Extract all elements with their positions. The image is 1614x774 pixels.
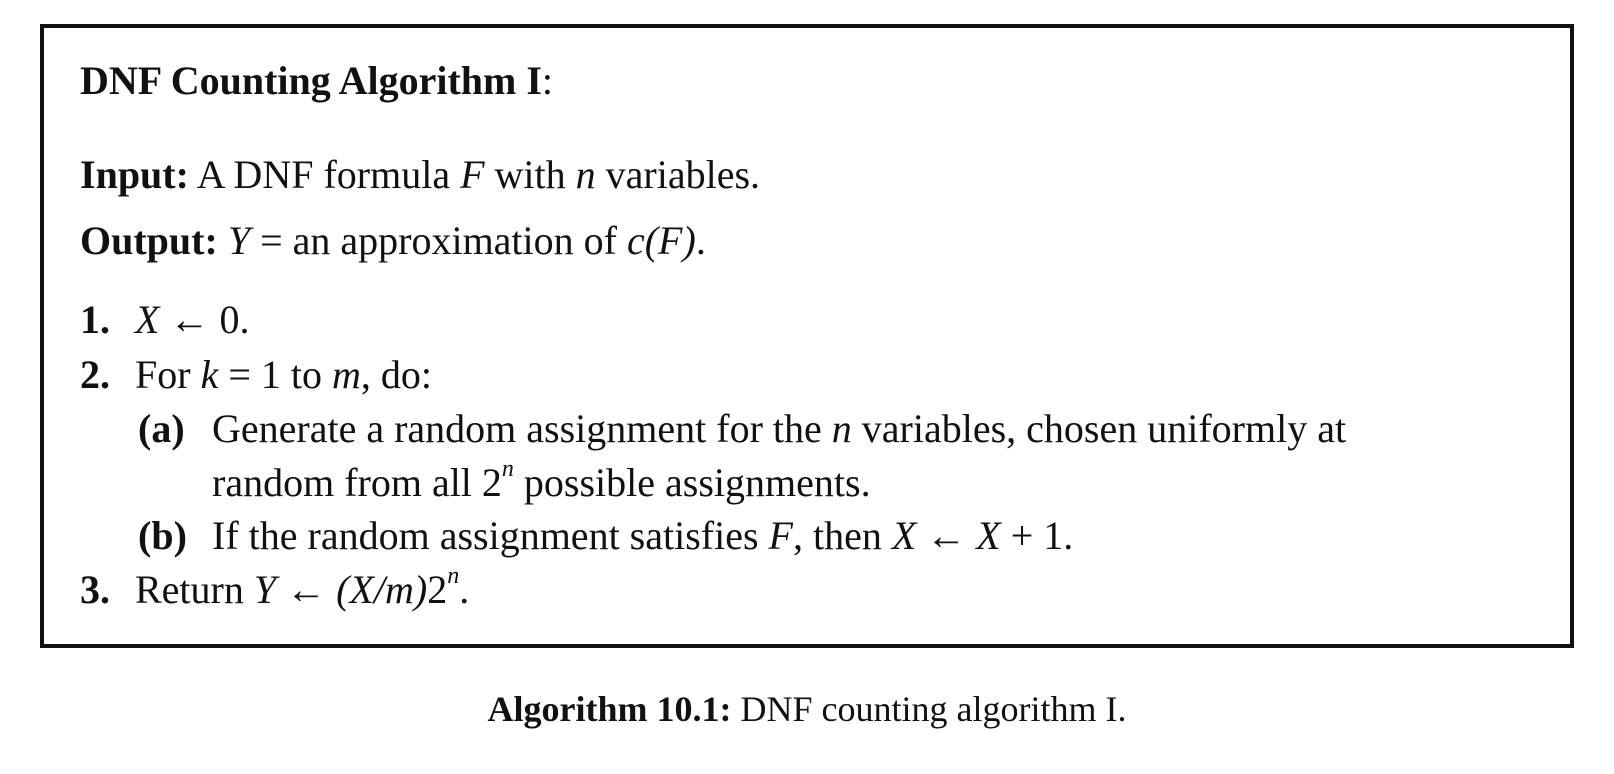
step-2-text-do: , do:	[360, 352, 433, 397]
step-3-period: .	[459, 567, 470, 612]
figure-caption: Algorithm 10.1: DNF counting algorithm I…	[0, 691, 1614, 727]
substep-b-text: If the random assignment satisfies	[212, 513, 769, 558]
input-text-with: with	[484, 152, 576, 197]
substep-a-cont-text: random from all 2	[212, 460, 502, 505]
step-3: 3. Return Y ← (X/m)2n.	[80, 564, 470, 612]
substep-a-cont-text-end: possible assignments.	[513, 460, 871, 505]
step-2: 2. For k = 1 to m, do:	[80, 355, 432, 395]
substep-b-var-f: F	[768, 513, 793, 558]
input-text-variables: variables.	[595, 152, 761, 197]
substep-a-var-n: n	[831, 406, 852, 451]
output-expression: c(F)	[626, 218, 696, 263]
output-var-y: Y	[227, 218, 251, 263]
substep-b-marker: (b)	[138, 513, 187, 558]
step-3-expression: (X/m)	[336, 567, 428, 612]
algorithm-title-text: DNF Counting Algorithm I	[80, 58, 542, 103]
output-label: Output:	[80, 218, 218, 263]
input-var-f: F	[460, 152, 485, 197]
input-line: Input: A DNF formula F with n variables.	[80, 155, 760, 195]
step-3-text-return: Return	[135, 567, 254, 612]
step-3-base: 2	[427, 567, 448, 612]
algorithm-title: DNF Counting Algorithm I:	[80, 61, 553, 101]
substep-a-text: Generate a random assignment for the	[212, 406, 832, 451]
substep-a-exponent: n	[501, 455, 514, 482]
step-1-text: ← 0.	[159, 297, 250, 342]
substep-b-text-then: , then	[792, 513, 892, 558]
step-2-text-range: = 1 to	[218, 352, 333, 397]
step-3-arrow: ←	[276, 567, 337, 612]
input-text: A DNF formula	[196, 152, 461, 197]
step-2-var-k: k	[200, 352, 219, 397]
output-line: Output: Y = an approximation of c(F).	[80, 221, 706, 261]
step-1-var-x: X	[135, 297, 160, 342]
substep-a-continuation: random from all 2n possible assignments.	[212, 457, 871, 505]
algorithm-title-colon: :	[541, 58, 554, 103]
step-1-marker: 1.	[80, 297, 110, 342]
output-period: .	[695, 218, 706, 263]
substep-a-marker: (a)	[138, 406, 185, 451]
substep-a-text-end: variables, chosen uniformly at	[851, 406, 1347, 451]
input-var-n: n	[575, 152, 596, 197]
substep-b-arrow: ←	[916, 513, 977, 558]
step-1: 1. X ← 0.	[80, 300, 249, 340]
caption-text: DNF counting algorithm I.	[731, 689, 1127, 729]
step-3-marker: 3.	[80, 567, 110, 612]
substep-b-var-x-left: X	[891, 513, 917, 558]
substep-b: (b) If the random assignment satisfies F,…	[138, 516, 1073, 556]
step-2-text-for: For	[135, 352, 201, 397]
substep-b-increment: + 1.	[1000, 513, 1074, 558]
step-3-var-y: Y	[253, 567, 277, 612]
input-label: Input:	[80, 152, 189, 197]
step-3-exponent: n	[447, 562, 460, 589]
step-2-marker: 2.	[80, 352, 110, 397]
step-2-var-m: m	[332, 352, 361, 397]
substep-a: (a) Generate a random assignment for the …	[138, 409, 1346, 449]
output-text: = an approximation of	[250, 218, 627, 263]
caption-label: Algorithm 10.1:	[487, 689, 732, 729]
substep-b-var-x-right: X	[976, 513, 1001, 558]
